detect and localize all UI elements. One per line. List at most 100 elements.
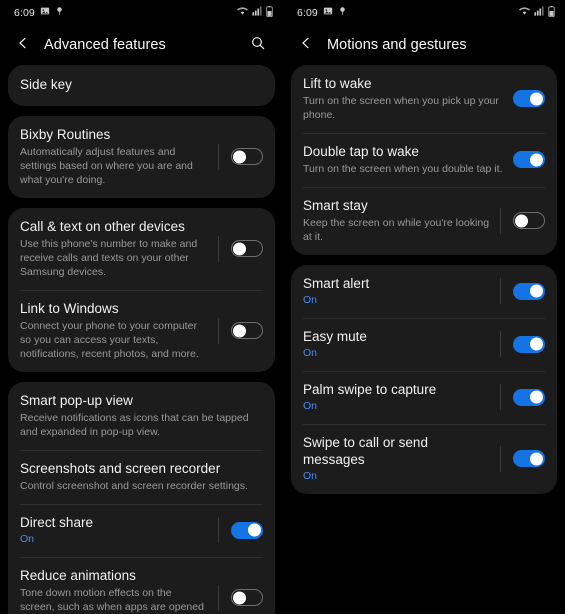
toggle-knob (530, 452, 543, 465)
toggle-knob (530, 337, 543, 351)
settings-row-smart-stay[interactable]: Smart stay Keep the screen on while you'… (291, 187, 557, 255)
image-icon (323, 6, 333, 19)
settings-card: Smart alert On Easy mute On Palm swipe t… (291, 265, 557, 494)
settings-row-side-key[interactable]: Side key (8, 65, 275, 106)
right-settings-list[interactable]: Lift to wake Turn on the screen when you… (283, 65, 565, 494)
row-text: Swipe to call or send messages On (303, 434, 490, 483)
toggle-direct-share[interactable] (231, 521, 263, 539)
settings-row-easy-mute[interactable]: Easy mute On (291, 318, 557, 371)
row-title: Swipe to call or send messages (303, 435, 428, 467)
search-button[interactable] (247, 34, 269, 56)
settings-row-double-tap-to-wake[interactable]: Double tap to wake Turn on the screen wh… (291, 133, 557, 187)
row-text: Bixby Routines Automatically adjust feat… (20, 126, 208, 187)
toggle-link-to-windows[interactable] (231, 322, 263, 339)
toggle-knob (530, 153, 543, 166)
settings-row-palm-swipe-to-capture[interactable]: Palm swipe to capture On (291, 371, 557, 424)
settings-card: Side key (8, 65, 275, 106)
row-title: Bixby Routines (20, 127, 111, 142)
toggle-knob (233, 324, 246, 337)
settings-row-smart-popup-view[interactable]: Smart pop-up view Receive notifications … (8, 382, 275, 450)
status-bar-clock: 6:09 (297, 6, 318, 19)
row-text: Reduce animations Tone down motion effec… (20, 567, 208, 614)
vertical-divider (500, 278, 501, 304)
vertical-divider (218, 517, 219, 543)
row-title: Smart stay (303, 198, 368, 213)
toggle-knob (233, 150, 246, 163)
vertical-divider (218, 143, 219, 170)
back-button[interactable] (295, 34, 317, 56)
row-title: Palm swipe to capture (303, 382, 437, 397)
status-bar-right (519, 5, 555, 20)
signal-icon (534, 6, 544, 19)
vertical-divider (500, 384, 501, 410)
location-pin-icon (55, 6, 64, 19)
toggle-wrap (208, 517, 263, 543)
left-settings-list[interactable]: Side key Bixby Routines Automatically ad… (0, 65, 283, 614)
row-title: Double tap to wake (303, 144, 419, 159)
settings-row-smart-alert[interactable]: Smart alert On (291, 265, 557, 318)
settings-row-call-text-other-devices[interactable]: Call & text on other devices Use this ph… (8, 208, 275, 290)
vertical-divider (500, 207, 501, 234)
settings-row-bixby-routines[interactable]: Bixby Routines Automatically adjust feat… (8, 116, 275, 198)
row-title: Link to Windows (20, 301, 119, 316)
row-text: Double tap to wake Turn on the screen wh… (303, 143, 503, 176)
row-text: Palm swipe to capture On (303, 381, 490, 413)
row-description: Receive notifications as icons that can … (20, 412, 249, 438)
toggle-wrap (208, 143, 263, 170)
row-text: Easy mute On (303, 328, 490, 360)
row-description: Automatically adjust features and settin… (20, 146, 193, 186)
settings-row-swipe-to-call-or-send-messages[interactable]: Swipe to call or send messages On (291, 424, 557, 494)
toggle-wrap (503, 151, 545, 168)
row-text: Call & text on other devices Use this ph… (20, 218, 208, 279)
row-description: Tone down motion effects on the screen, … (20, 587, 205, 613)
toggle-swipe-to-call-or-send-messages[interactable] (513, 450, 545, 467)
status-bar: 6:09 (283, 0, 565, 25)
page-title: Advanced features (44, 37, 166, 53)
right-phone-screen: 6:09 Motions and gestures Lift to wake T… (283, 0, 565, 614)
row-status: On (303, 400, 318, 412)
toggle-smart-stay[interactable] (513, 212, 545, 229)
settings-row-link-to-windows[interactable]: Link to Windows Connect your phone to yo… (8, 290, 275, 372)
search-icon (250, 35, 266, 56)
chevron-left-icon (298, 35, 314, 56)
row-title: Smart alert (303, 276, 370, 291)
toggle-double-tap-to-wake[interactable] (513, 151, 545, 168)
row-description: Connect your phone to your computer so y… (20, 320, 199, 360)
row-title: Lift to wake (303, 76, 372, 91)
toggle-wrap (208, 317, 263, 344)
settings-row-screenshots-screen-recorder[interactable]: Screenshots and screen recorder Control … (8, 450, 275, 504)
row-description: Control screenshot and screen recorder s… (20, 480, 248, 492)
vertical-divider (218, 317, 219, 344)
row-title: Reduce animations (20, 568, 136, 583)
status-bar-right (237, 5, 273, 20)
toggle-reduce-animations[interactable] (231, 589, 263, 606)
chevron-left-icon (15, 35, 31, 56)
right-app-bar: Motions and gestures (283, 25, 565, 65)
row-status: On (303, 470, 318, 482)
toggle-knob (530, 284, 543, 298)
left-phone-screen: 6:09 Advanced features Side key Bixby Ro… (0, 0, 283, 614)
toggle-knob (530, 92, 543, 105)
settings-row-direct-share[interactable]: Direct share On (8, 504, 275, 557)
settings-row-lift-to-wake[interactable]: Lift to wake Turn on the screen when you… (291, 65, 557, 133)
toggle-call-text-other-devices[interactable] (231, 240, 263, 257)
settings-card: Call & text on other devices Use this ph… (8, 208, 275, 372)
toggle-knob (233, 242, 246, 255)
row-description: Turn on the screen when you double tap i… (303, 163, 503, 175)
toggle-palm-swipe-to-capture[interactable] (513, 388, 545, 406)
row-text: Direct share On (20, 514, 208, 546)
toggle-wrap (490, 445, 545, 472)
toggle-smart-alert[interactable] (513, 282, 545, 300)
toggle-wrap (208, 584, 263, 611)
vertical-divider (218, 584, 219, 611)
left-app-bar: Advanced features (0, 25, 283, 65)
back-button[interactable] (12, 34, 34, 56)
toggle-lift-to-wake[interactable] (513, 90, 545, 107)
row-title: Smart pop-up view (20, 393, 133, 408)
toggle-easy-mute[interactable] (513, 335, 545, 353)
toggle-knob (248, 523, 261, 537)
toggle-bixby-routines[interactable] (231, 148, 263, 165)
page-title: Motions and gestures (327, 37, 467, 53)
settings-row-reduce-animations[interactable]: Reduce animations Tone down motion effec… (8, 557, 275, 614)
row-text: Side key (20, 75, 263, 95)
